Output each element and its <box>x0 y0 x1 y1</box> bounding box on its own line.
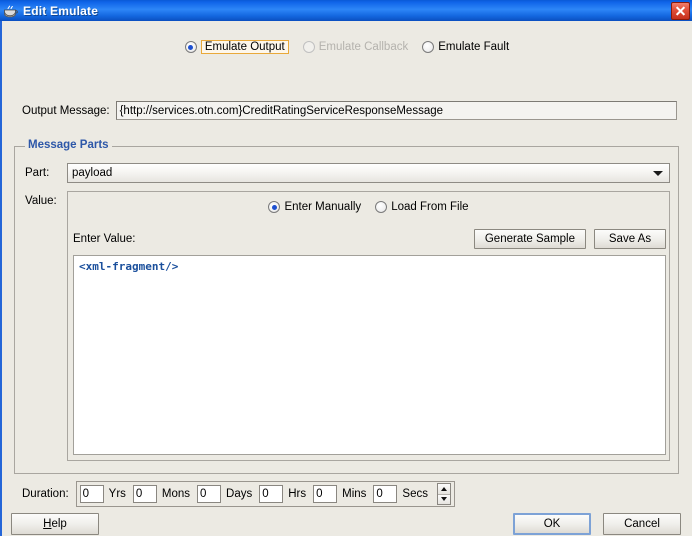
chevron-down-icon <box>653 171 663 176</box>
part-label: Part: <box>25 167 50 179</box>
radio-emulate-callback: Emulate Callback <box>302 41 409 53</box>
duration-field-mins: Mins <box>313 485 373 503</box>
dialog-body: Emulate Output Emulate Callback Emulate … <box>0 21 692 536</box>
cancel-button[interactable]: Cancel <box>603 513 681 535</box>
radio-dot-icon <box>268 201 281 213</box>
duration-unit-mons: Mons <box>161 488 191 500</box>
message-parts-group-title: Message Parts <box>25 139 112 151</box>
footer-button-bar: Help OK Cancel <box>2 513 692 536</box>
duration-spinner-group: Yrs Mons Days Hrs Mins <box>75 481 455 507</box>
duration-unit-mins: Mins <box>342 488 367 500</box>
spinner-down-icon[interactable] <box>438 494 450 504</box>
duration-input-hrs[interactable] <box>259 485 284 503</box>
part-combobox-value: payload <box>72 167 113 179</box>
generate-sample-button[interactable]: Generate Sample <box>473 229 586 249</box>
duration-field-secs: Secs <box>373 485 435 503</box>
radio-emulate-fault[interactable]: Emulate Fault <box>422 41 509 53</box>
value-panel: Enter Manually Load From File Enter Valu… <box>67 191 670 461</box>
value-editor[interactable]: <xml-fragment/> <box>74 256 665 454</box>
duration-input-yrs[interactable] <box>79 485 104 503</box>
duration-input-days[interactable] <box>197 485 222 503</box>
duration-input-secs[interactable] <box>373 485 398 503</box>
radio-label: Emulate Output <box>200 40 289 54</box>
radio-label: Emulate Fault <box>438 41 510 53</box>
duration-field-days: Days <box>197 485 259 503</box>
output-message-field[interactable]: {http://services.otn.com}CreditRatingSer… <box>115 101 677 120</box>
enter-value-row: Enter Value: Generate Sample Save As <box>73 229 666 249</box>
spinner-up-icon[interactable] <box>438 484 450 495</box>
close-icon[interactable] <box>671 2 690 20</box>
value-editor-wrapper: <xml-fragment/> <box>73 255 666 455</box>
duration-input-mins[interactable] <box>313 485 338 503</box>
duration-field-hrs: Hrs <box>259 485 313 503</box>
radio-load-from-file[interactable]: Load From File <box>375 201 469 213</box>
message-parts-group: Message Parts Part: payload Value: Enter… <box>14 139 679 474</box>
edit-emulate-dialog: Edit Emulate Emulate Output Emulate Call… <box>0 0 692 536</box>
save-as-button[interactable]: Save As <box>594 229 666 249</box>
radio-label: Enter Manually <box>284 201 362 213</box>
radio-label: Emulate Callback <box>318 41 409 53</box>
duration-unit-yrs: Yrs <box>108 488 126 500</box>
help-button-label-rest: elp <box>51 518 67 530</box>
title-bar: Edit Emulate <box>0 0 692 21</box>
window-title: Edit Emulate <box>23 3 99 18</box>
radio-dot-icon <box>422 41 435 53</box>
part-row: Part: payload <box>25 163 670 183</box>
java-cup-icon <box>3 3 19 19</box>
output-message-row: Output Message: {http://services.otn.com… <box>22 101 677 120</box>
duration-unit-secs: Secs <box>402 488 428 500</box>
enter-value-label: Enter Value: <box>73 233 136 245</box>
emulate-mode-radio-group: Emulate Output Emulate Callback Emulate … <box>2 40 692 54</box>
ok-button[interactable]: OK <box>513 513 591 535</box>
value-label: Value: <box>25 195 57 207</box>
duration-label: Duration: <box>22 488 69 500</box>
output-message-label: Output Message: <box>22 104 110 117</box>
radio-dot-icon <box>184 41 197 53</box>
help-button[interactable]: Help <box>11 513 99 535</box>
radio-emulate-output[interactable]: Emulate Output <box>184 40 289 54</box>
duration-row: Duration: Yrs Mons Days Hrs <box>22 481 455 507</box>
radio-dot-icon <box>375 201 388 213</box>
duration-field-mons: Mons <box>132 485 197 503</box>
duration-unit-hrs: Hrs <box>288 488 307 500</box>
duration-field-yrs: Yrs <box>79 485 133 503</box>
duration-input-mons[interactable] <box>132 485 157 503</box>
value-source-radio-group: Enter Manually Load From File <box>68 201 669 213</box>
part-combobox[interactable]: payload <box>67 163 670 183</box>
radio-label: Load From File <box>391 201 469 213</box>
radio-dot-icon <box>302 41 315 53</box>
duration-unit-days: Days <box>226 488 253 500</box>
radio-enter-manually[interactable]: Enter Manually <box>268 201 361 213</box>
duration-spinner-buttons[interactable] <box>437 483 451 505</box>
